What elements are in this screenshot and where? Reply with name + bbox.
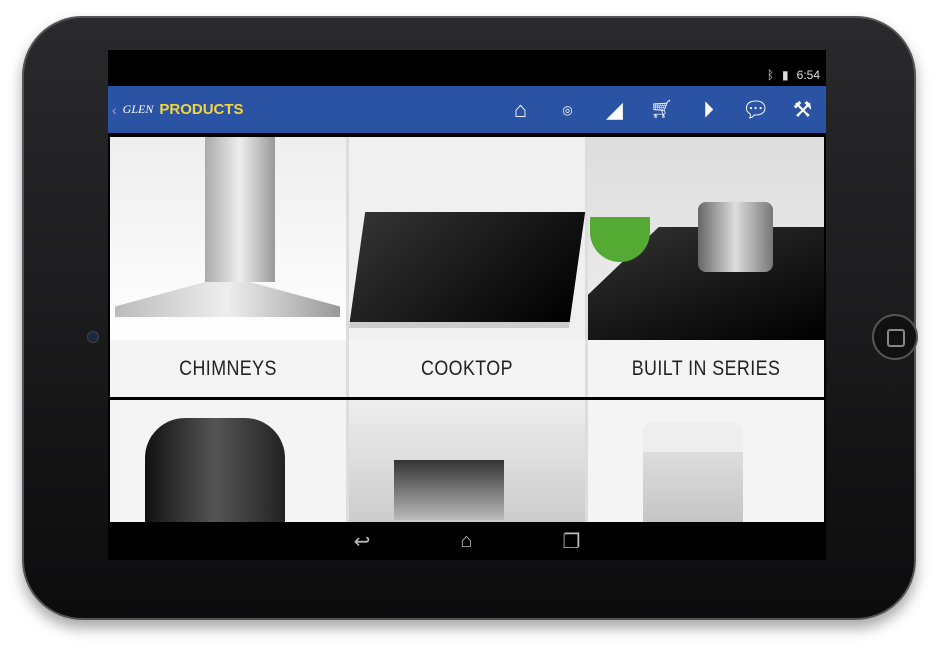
- product-tile-cooktop[interactable]: COOKTOP: [349, 137, 585, 397]
- recents-nav-icon[interactable]: ❐: [562, 529, 580, 554]
- home-icon[interactable]: ⌂: [497, 86, 544, 133]
- built-in-image: [588, 137, 824, 340]
- logo: GLEN: [122, 102, 154, 116]
- cooktop-image: [349, 137, 585, 340]
- camera-icon: [87, 331, 99, 343]
- product-tile-heater[interactable]: [588, 400, 824, 522]
- product-tile-built-in-series[interactable]: BUILT IN SERIES: [588, 137, 824, 397]
- product-grid-row-2: [110, 400, 824, 522]
- glen-logo-icon[interactable]: ◎: [544, 86, 591, 133]
- home-hardware-button[interactable]: [872, 314, 918, 360]
- back-nav-icon[interactable]: ↩: [354, 529, 371, 554]
- chat-icon[interactable]: 💬︎: [732, 86, 779, 133]
- megaphone-icon[interactable]: ◢: [591, 86, 638, 133]
- chimney-image: [110, 137, 346, 340]
- bluetooth-icon: ᛒ: [766, 68, 775, 82]
- home-nav-icon[interactable]: ⌂: [460, 530, 472, 553]
- product-tile-kitchen[interactable]: [349, 400, 585, 522]
- product-label: CHIMNEYS: [179, 356, 277, 380]
- page-title: PRODUCTS: [159, 101, 244, 118]
- product-grid: CHIMNEYS COOKTOP BUILT IN SERIES: [110, 137, 824, 397]
- screen: ᛒ ▮ 6:54 ‹ GLEN PRODUCTS ⌂ ◎ ◢ 🛒︎ ⏵ 💬︎ ⚒…: [108, 50, 826, 560]
- battery-icon: ▮: [782, 68, 789, 82]
- back-icon[interactable]: ‹: [112, 102, 117, 118]
- product-label: COOKTOP: [421, 356, 513, 380]
- tools-icon[interactable]: ⚒: [779, 86, 826, 133]
- cart-icon[interactable]: 🛒︎: [638, 86, 685, 133]
- product-tile-chimneys[interactable]: CHIMNEYS: [110, 137, 346, 397]
- app-header: ‹ GLEN PRODUCTS ⌂ ◎ ◢ 🛒︎ ⏵ 💬︎ ⚒: [108, 86, 826, 133]
- android-nav-bar: ↩ ⌂ ❐: [108, 522, 826, 560]
- product-tile-air-fryer[interactable]: [110, 400, 346, 522]
- clock: 6:54: [796, 68, 820, 82]
- product-label: BUILT IN SERIES: [631, 356, 781, 380]
- play-icon[interactable]: ⏵: [685, 86, 732, 133]
- status-bar: ᛒ ▮ 6:54: [108, 50, 826, 86]
